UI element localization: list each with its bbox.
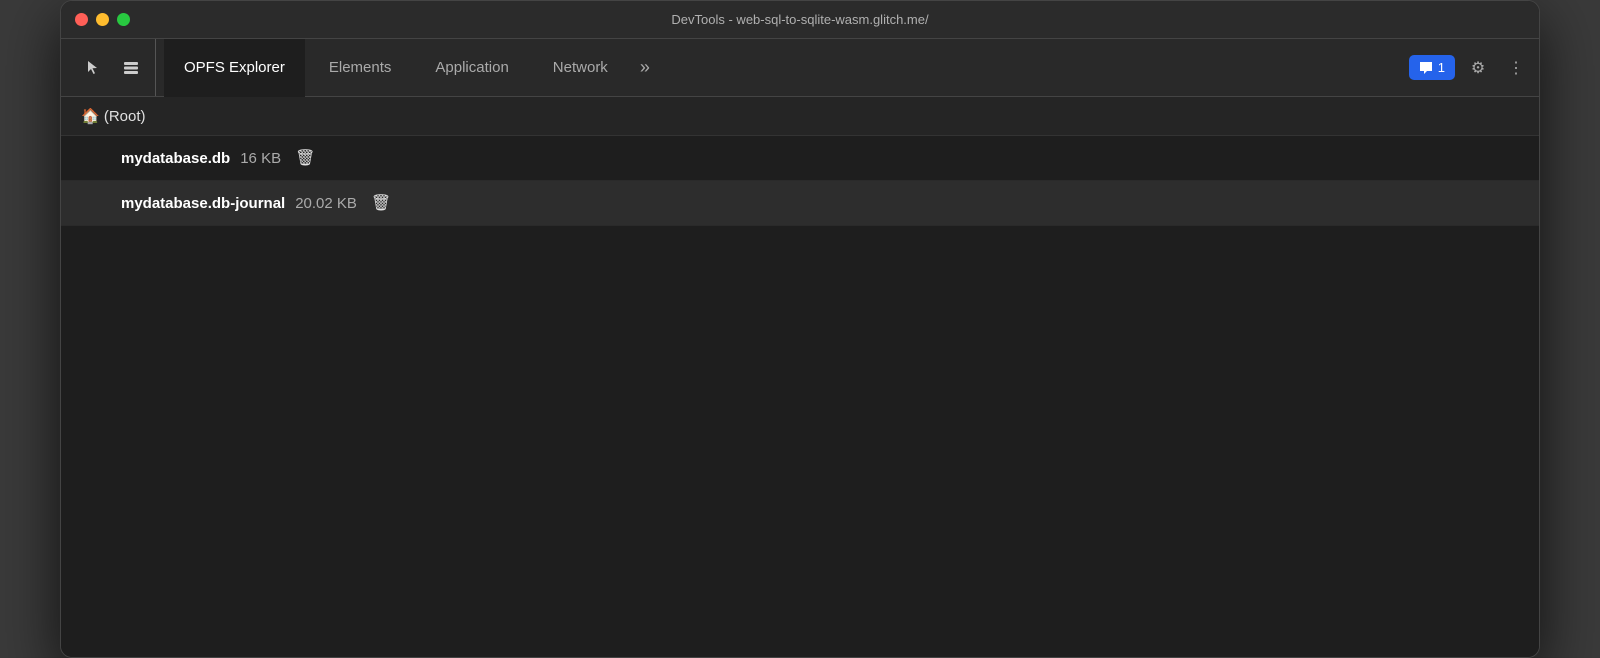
maximize-button[interactable] — [117, 13, 130, 26]
toolbar-right: 1 ⚙ ⋮ — [1409, 53, 1531, 83]
file-name-1: mydatabase.db — [121, 150, 230, 167]
content-area: 🏠 (Root) mydatabase.db 16 KB 🗑 mydatabas… — [61, 97, 1539, 657]
devtools-window: DevTools - web-sql-to-sqlite-wasm.glitch… — [60, 0, 1540, 658]
file-name-2: mydatabase.db-journal — [121, 195, 285, 212]
comment-button[interactable]: 1 — [1409, 55, 1455, 80]
toolbar-left-icons — [69, 39, 156, 96]
delete-icon-1[interactable]: 🗑 — [295, 148, 315, 168]
toolbar: OPFS Explorer Elements Application Netwo… — [61, 39, 1539, 97]
titlebar: DevTools - web-sql-to-sqlite-wasm.glitch… — [61, 1, 1539, 39]
traffic-lights — [75, 13, 130, 26]
file-row-2[interactable]: mydatabase.db-journal 20.02 KB 🗑 — [61, 181, 1539, 226]
file-row-1[interactable]: mydatabase.db 16 KB 🗑 — [61, 136, 1539, 181]
cursor-icon[interactable] — [77, 52, 109, 84]
settings-icon[interactable]: ⚙ — [1463, 53, 1493, 83]
root-row: 🏠 (Root) — [61, 97, 1539, 136]
tab-network[interactable]: Network — [533, 39, 628, 97]
close-button[interactable] — [75, 13, 88, 26]
comment-count: 1 — [1438, 60, 1445, 75]
tab-application[interactable]: Application — [415, 39, 528, 97]
minimize-button[interactable] — [96, 13, 109, 26]
tab-elements[interactable]: Elements — [309, 39, 412, 97]
file-size-2: 20.02 KB — [295, 195, 357, 212]
window-title: DevTools - web-sql-to-sqlite-wasm.glitch… — [671, 12, 928, 27]
root-label: 🏠 (Root) — [81, 107, 146, 125]
more-tabs-button[interactable]: » — [632, 39, 658, 97]
tab-opfs-explorer[interactable]: OPFS Explorer — [164, 39, 305, 97]
file-size-1: 16 KB — [240, 150, 281, 167]
delete-icon-2[interactable]: 🗑 — [371, 193, 391, 213]
layers-icon[interactable] — [115, 52, 147, 84]
more-options-icon[interactable]: ⋮ — [1501, 53, 1531, 83]
